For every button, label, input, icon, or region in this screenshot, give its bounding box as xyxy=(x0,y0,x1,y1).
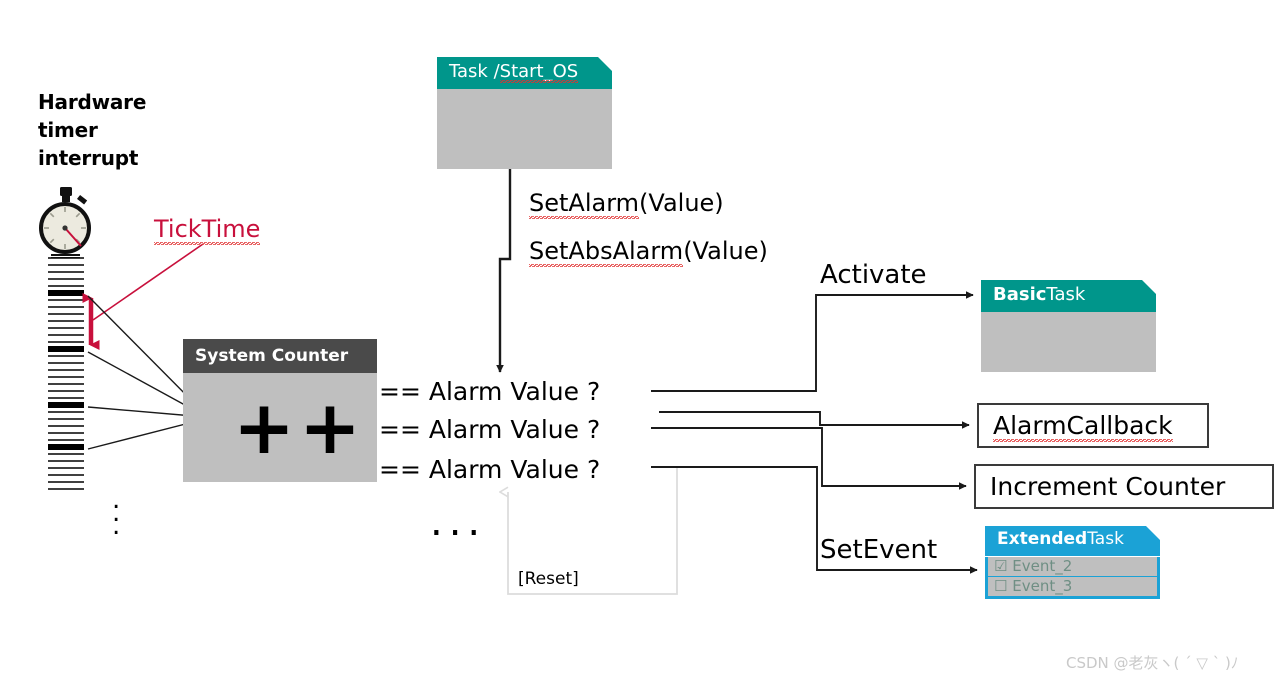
reset-label: [Reset] xyxy=(518,569,579,589)
checkbox-unchecked-icon[interactable]: ☐ xyxy=(994,577,1007,595)
alarm-compare-row-2: == Alarm Value ? xyxy=(379,415,601,444)
basic-task-box[interactable]: BasicTask xyxy=(981,280,1156,372)
ticktime-text: TickTime xyxy=(154,215,261,245)
system-counter-body: ++ xyxy=(183,373,377,482)
task-start-os-box[interactable]: Task /Start_OS xyxy=(437,57,612,169)
extended-task-bold: Extended xyxy=(997,529,1088,549)
extended-task-plain: Task xyxy=(1087,529,1124,549)
ticktime-leader xyxy=(92,243,204,321)
event-label-2: Event_2 xyxy=(1012,557,1073,575)
basic-task-plain: Task xyxy=(1046,284,1086,305)
basic-task-body xyxy=(981,312,1156,372)
extended-task-header: ExtendedTask xyxy=(985,526,1160,556)
task-start-os-prefix: Task / xyxy=(449,61,500,82)
alarm-ellipsis: ... xyxy=(430,499,487,545)
csdn-watermark: CSDN @老灰ヽ( ´ ▽ ` )ﾉ xyxy=(1066,654,1239,672)
setabsalarm-name: SetAbsAlarm xyxy=(529,237,684,267)
increment-counter-box[interactable]: Increment Counter xyxy=(974,464,1274,509)
alarm2-to-alarmcallback-path xyxy=(659,411,970,429)
system-counter-box[interactable]: System Counter ++ xyxy=(183,339,377,482)
setabsalarm-label: SetAbsAlarm(Value) xyxy=(529,237,768,267)
alarm1-to-basictask-path xyxy=(651,291,974,392)
event-row-2[interactable]: ☑ Event_2 xyxy=(988,557,1157,576)
alarm-callback-label: AlarmCallback xyxy=(993,411,1173,442)
hw-line-1: Hardware xyxy=(38,90,147,114)
tick-ladder-major xyxy=(48,290,84,450)
alarm-compare-row-1: == Alarm Value ? xyxy=(379,377,601,406)
stopwatch-icon xyxy=(36,186,96,259)
setalarm-args: (Value) xyxy=(639,189,724,217)
setalarm-label: SetAlarm(Value) xyxy=(529,189,724,219)
increment-symbol: ++ xyxy=(233,385,366,471)
hw-line-2: timer xyxy=(38,118,98,142)
page-fold-icon xyxy=(598,57,612,71)
extended-task-box[interactable]: ExtendedTask ☑ Event_2 ☐ Event_3 xyxy=(985,526,1160,599)
system-counter-header: System Counter xyxy=(183,339,377,373)
hw-line-3: interrupt xyxy=(38,146,139,170)
event-row-3[interactable]: ☐ Event_3 xyxy=(988,577,1157,596)
basic-task-bold: Basic xyxy=(993,284,1047,305)
checkbox-checked-icon[interactable]: ☑ xyxy=(994,557,1007,575)
startos-to-alarm-arrow xyxy=(496,168,512,373)
alarm-compare-row-3: == Alarm Value ? xyxy=(379,455,601,484)
page-fold-icon xyxy=(1146,526,1160,540)
hardware-timer-interrupt-title: Hardware timer interrupt xyxy=(38,88,218,172)
tick-ladder xyxy=(48,257,84,490)
setabsalarm-args: (Value) xyxy=(683,237,768,265)
setevent-label: SetEvent xyxy=(820,535,938,565)
increment-counter-label: Increment Counter xyxy=(990,472,1226,501)
alarm-callback-box[interactable]: AlarmCallback xyxy=(977,403,1209,448)
task-start-os-header: Task /Start_OS xyxy=(437,57,612,89)
ticktime-label: TickTime xyxy=(154,215,261,245)
basic-task-header: BasicTask xyxy=(981,280,1156,312)
page-fold-icon xyxy=(1142,280,1156,294)
activate-label: Activate xyxy=(820,260,927,290)
setalarm-name: SetAlarm xyxy=(529,189,640,219)
extended-task-events: ☑ Event_2 ☐ Event_3 xyxy=(985,557,1160,599)
alarm2b-to-increment-path xyxy=(651,427,967,490)
diagram-canvas: Hardware timer interrupt TickTime . . . … xyxy=(0,0,1288,684)
tick-ellipsis: ... xyxy=(112,485,121,541)
task-start-os-body xyxy=(437,89,612,169)
task-start-os-name: Start_OS xyxy=(499,61,579,83)
event-label-3: Event_3 xyxy=(1012,577,1073,595)
